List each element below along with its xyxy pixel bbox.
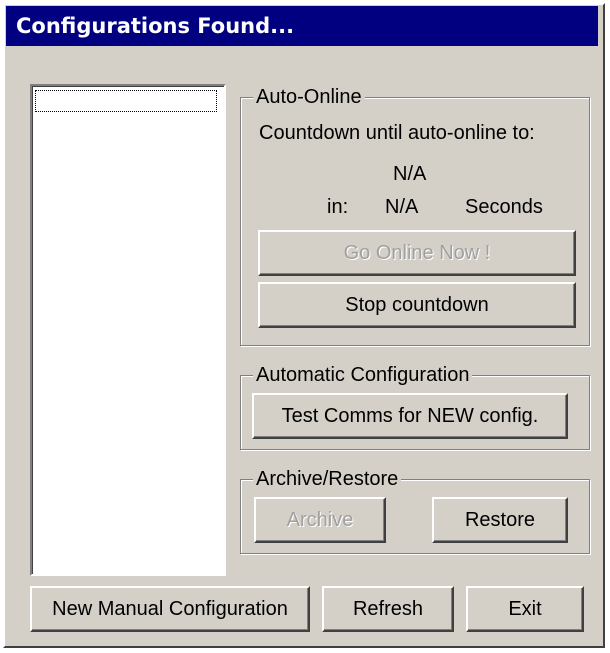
archive-restore-legend: Archive/Restore: [253, 467, 402, 491]
restore-button[interactable]: Restore: [432, 497, 568, 543]
new-manual-configuration-button[interactable]: New Manual Configuration: [30, 586, 310, 632]
in-label: in:: [327, 196, 349, 218]
archive-button[interactable]: Archive: [254, 497, 386, 543]
countdown-label: Countdown until auto-online to:: [259, 122, 535, 144]
configuration-list[interactable]: [30, 84, 226, 576]
list-focus-row[interactable]: [35, 90, 217, 112]
dialog-title: Configurations Found...: [6, 6, 598, 46]
configuration-list-inner: [32, 86, 224, 574]
go-online-now-button[interactable]: Go Online Now !: [258, 230, 576, 276]
exit-button[interactable]: Exit: [466, 586, 584, 632]
test-comms-button[interactable]: Test Comms for NEW config.: [252, 393, 568, 439]
stop-countdown-button[interactable]: Stop countdown: [258, 282, 576, 328]
automatic-configuration-legend: Automatic Configuration: [253, 363, 473, 387]
target-value: N/A: [393, 163, 427, 185]
refresh-button[interactable]: Refresh: [322, 586, 454, 632]
seconds-unit: Seconds: [465, 196, 543, 218]
auto-online-legend: Auto-Online: [253, 85, 365, 109]
seconds-value: N/A: [385, 196, 419, 218]
